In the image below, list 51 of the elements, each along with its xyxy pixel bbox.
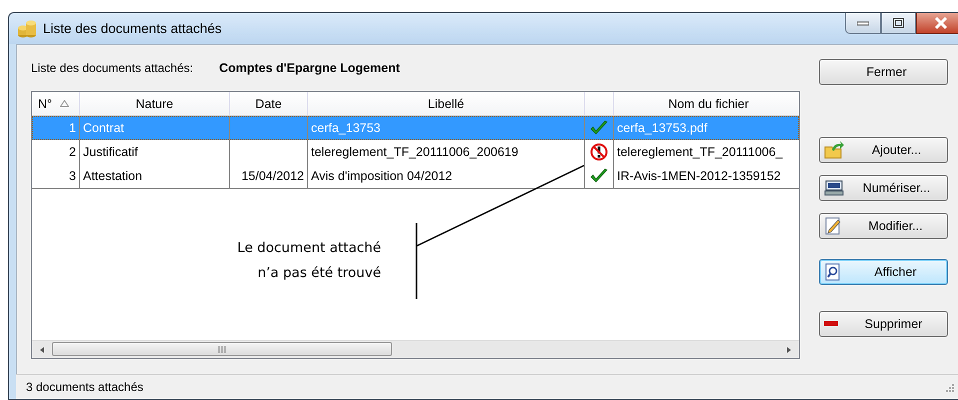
table-cell: 2 xyxy=(69,145,76,159)
column-header[interactable]: Date xyxy=(230,92,308,115)
table-cell: Justificatif xyxy=(83,145,138,159)
table-cell: cerfa_13753.pdf xyxy=(617,121,708,135)
dialog-button[interactable]: Afficher xyxy=(819,259,948,285)
table-cell: IR-Avis-1MEN-2012-1359152 xyxy=(617,169,781,183)
dialog-button[interactable]: Ajouter... xyxy=(819,137,948,163)
column-header[interactable]: Nom du fichier xyxy=(614,92,799,115)
maximize-icon xyxy=(893,18,904,28)
horizontal-scrollbar[interactable] xyxy=(32,340,799,358)
edit-document-icon xyxy=(824,217,842,235)
minus-icon xyxy=(824,321,838,327)
dialog-button[interactable]: Fermer xyxy=(819,59,948,85)
table-row[interactable]: 3 Attestation 15/04/2012 Avis d'imposition 04/2012 IR-Avis-1MEN-2012-1359152 xyxy=(32,164,799,189)
table-cell: telereglement_TF_20111006_200619 xyxy=(311,145,518,159)
table-cell: cerfa_13753 xyxy=(311,121,381,135)
scrollbar-thumb[interactable] xyxy=(52,342,392,356)
column-header[interactable]: Libellé xyxy=(308,92,585,115)
table-cell: telereglement_TF_20111006_ xyxy=(617,145,783,159)
magnifier-document-icon xyxy=(824,263,842,281)
grip-icon xyxy=(218,346,226,352)
dialog-button[interactable]: Modifier... xyxy=(819,213,948,239)
status-text: 3 documents attachés xyxy=(26,380,144,394)
minimize-icon xyxy=(857,20,869,26)
scanner-icon xyxy=(824,180,844,196)
coins-icon xyxy=(17,20,37,38)
table-row[interactable]: 2 Justificatif telereglement_TF_20111006_200619 telereglement_TF_20111006_ xyxy=(32,140,799,164)
annotation-text: n’a pas été trouvé xyxy=(258,264,381,283)
list-label: Liste des documents attachés: xyxy=(31,61,194,75)
close-icon xyxy=(934,17,948,29)
minimize-button[interactable] xyxy=(845,13,881,34)
table-cell: Avis d'imposition 04/2012 xyxy=(311,169,452,183)
column-header[interactable]: Nature xyxy=(80,92,230,115)
resize-grip-icon xyxy=(944,382,954,392)
annotation-text: Le document attaché xyxy=(237,239,381,258)
maximize-button[interactable] xyxy=(881,13,916,34)
folder-arrow-icon xyxy=(824,141,844,159)
scroll-left-icon xyxy=(38,346,46,354)
table-cell: 15/04/2012 xyxy=(241,169,304,183)
column-header[interactable]: N° xyxy=(32,92,80,115)
scroll-right-icon xyxy=(785,346,793,354)
table-cell: 3 xyxy=(69,169,76,183)
dialog-button[interactable]: Numériser... xyxy=(819,175,948,201)
window-title: Liste des documents attachés xyxy=(43,21,222,36)
table-cell: Attestation xyxy=(83,169,142,183)
table-cell: 1 xyxy=(69,121,76,135)
dialog-button[interactable]: Supprimer xyxy=(819,311,948,337)
close-button[interactable] xyxy=(916,13,958,34)
table-cell: Contrat xyxy=(83,121,124,135)
sort-arrow-icon xyxy=(60,100,70,107)
account-name: Comptes d'Epargne Logement xyxy=(219,61,400,75)
